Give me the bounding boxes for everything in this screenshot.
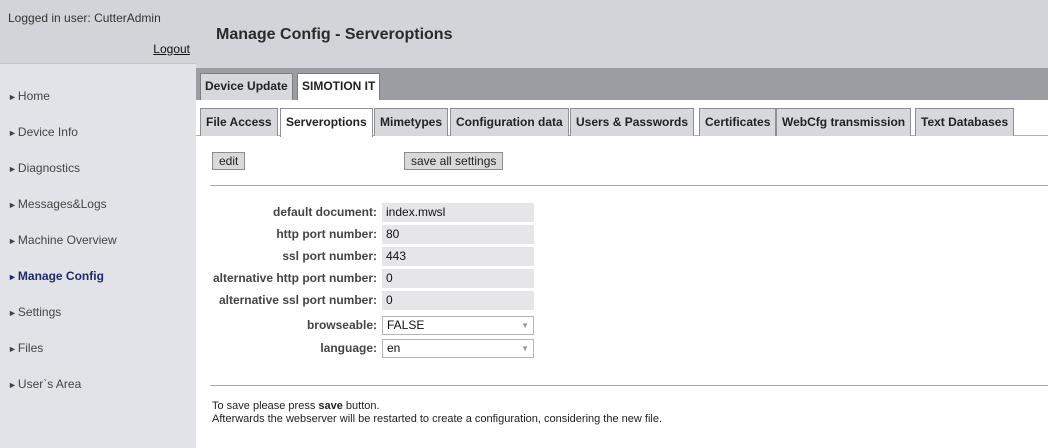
sidebar-item-label: Diagnostics	[17, 161, 80, 175]
note-text: button.	[342, 400, 380, 412]
browseable-label: browseable:	[306, 318, 377, 332]
sidebar-item-manage-config[interactable]: ►Manage Config	[0, 258, 196, 294]
tab-webcfg-transmission[interactable]: WebCfg transmission	[776, 108, 912, 136]
login-box: Logged in user: CutterAdmin Logout	[0, 0, 196, 64]
tab-certificates[interactable]: Certificates	[699, 108, 777, 136]
edit-button[interactable]: edit	[212, 152, 246, 170]
sidebar-item-files[interactable]: ►Files	[0, 330, 196, 366]
language-select[interactable]: en ▼	[382, 339, 534, 358]
default-document-value: index.mwsl	[382, 203, 534, 222]
chevron-down-icon: ▼	[521, 321, 529, 330]
sidebar-item-machine-overview[interactable]: ►Machine Overview	[0, 222, 196, 258]
sidebar-item-label: Device Info	[17, 125, 78, 139]
sidebar-item-users-area[interactable]: ►User`s Area	[0, 366, 196, 402]
logged-in-user-text: Logged in user: CutterAdmin	[8, 11, 161, 25]
triangle-right-icon: ►	[8, 164, 17, 174]
tab-text-databases[interactable]: Text Databases	[915, 108, 1015, 136]
sidebar-item-label: Files	[17, 341, 44, 355]
sidebar-item-label: Machine Overview	[17, 233, 117, 247]
sidebar-item-label: Manage Config	[17, 269, 104, 283]
language-label: language:	[320, 341, 377, 355]
http-port-value: 80	[382, 225, 534, 244]
http-port-label: http port number:	[276, 227, 377, 241]
form-row-default-document: default document: index.mwsl	[196, 203, 1048, 222]
ssl-port-label: ssl port number:	[282, 249, 377, 263]
tab-file-access[interactable]: File Access	[200, 108, 278, 136]
sidebar-item-messages-logs[interactable]: ►Messages&Logs	[0, 186, 196, 222]
sidebar-item-home[interactable]: ►Home	[0, 78, 196, 114]
note-text: To save please press	[212, 400, 319, 412]
page-header: Manage Config - Serveroptions	[196, 0, 1048, 68]
triangle-right-icon: ►	[8, 308, 17, 318]
chevron-down-icon: ▼	[521, 344, 529, 353]
form-row-language: language: en ▼	[196, 339, 1048, 358]
language-selected-value: en	[387, 341, 401, 355]
logout-link[interactable]: Logout	[153, 42, 190, 56]
alt-ssl-port-value: 0	[382, 291, 534, 310]
divider	[210, 385, 1048, 386]
form-row-browseable: browseable: FALSE ▼	[196, 316, 1048, 335]
main-content: Device Update SIMOTION IT File Access Se…	[196, 68, 1048, 448]
triangle-right-icon: ►	[8, 200, 17, 210]
form-row-alt-http-port: alternative http port number: 0	[196, 269, 1048, 288]
tab-simotion-it[interactable]: SIMOTION IT	[297, 73, 381, 100]
default-document-label: default document:	[273, 205, 377, 219]
tab-users-passwords[interactable]: Users & Passwords	[570, 108, 695, 136]
alt-http-port-value: 0	[382, 269, 534, 288]
triangle-right-icon: ►	[8, 272, 17, 282]
sidebar-item-label: Settings	[17, 305, 62, 319]
page-title: Manage Config - Serveroptions	[216, 26, 453, 43]
sidebar-item-settings[interactable]: ►Settings	[0, 294, 196, 330]
form-row-ssl-port: ssl port number: 443	[196, 247, 1048, 266]
form-row-http-port: http port number: 80	[196, 225, 1048, 244]
sidebar-item-diagnostics[interactable]: ►Diagnostics	[0, 150, 196, 186]
sidebar-nav: ►Home ►Device Info ►Diagnostics ►Message…	[0, 78, 196, 402]
alt-http-port-label: alternative http port number:	[212, 271, 377, 285]
tab-serveroptions[interactable]: Serveroptions	[280, 108, 373, 137]
top-tab-bar: Device Update SIMOTION IT	[196, 68, 1048, 100]
sidebar-item-label: User`s Area	[17, 377, 82, 391]
sidebar-item-label: Messages&Logs	[17, 197, 107, 211]
sidebar-item-device-info[interactable]: ►Device Info	[0, 114, 196, 150]
triangle-right-icon: ►	[8, 236, 17, 246]
triangle-right-icon: ►	[8, 380, 17, 390]
triangle-right-icon: ►	[8, 128, 17, 138]
tab-configuration-data[interactable]: Configuration data	[450, 108, 569, 136]
restart-info-text: Afterwards the webserver will be restart…	[212, 413, 663, 425]
sidebar: Logged in user: CutterAdmin Logout ►Home…	[0, 0, 196, 448]
browseable-selected-value: FALSE	[387, 318, 425, 332]
save-all-settings-button[interactable]: save all settings	[404, 152, 504, 170]
triangle-right-icon: ►	[8, 344, 17, 354]
form-row-alt-ssl-port: alternative ssl port number: 0	[196, 291, 1048, 310]
divider	[210, 185, 1048, 186]
alt-ssl-port-label: alternative ssl port number:	[218, 293, 377, 307]
sub-tab-bar: File Access Serveroptions Mimetypes Conf…	[196, 100, 1048, 137]
save-instruction-text: To save please press save button.	[212, 400, 380, 412]
triangle-right-icon: ►	[8, 92, 17, 102]
tab-mimetypes[interactable]: Mimetypes	[374, 108, 449, 136]
sidebar-item-label: Home	[17, 89, 50, 103]
tab-device-update[interactable]: Device Update	[200, 73, 293, 100]
ssl-port-value: 443	[382, 247, 534, 266]
note-bold-text: save	[318, 400, 343, 412]
browseable-select[interactable]: FALSE ▼	[382, 316, 534, 335]
